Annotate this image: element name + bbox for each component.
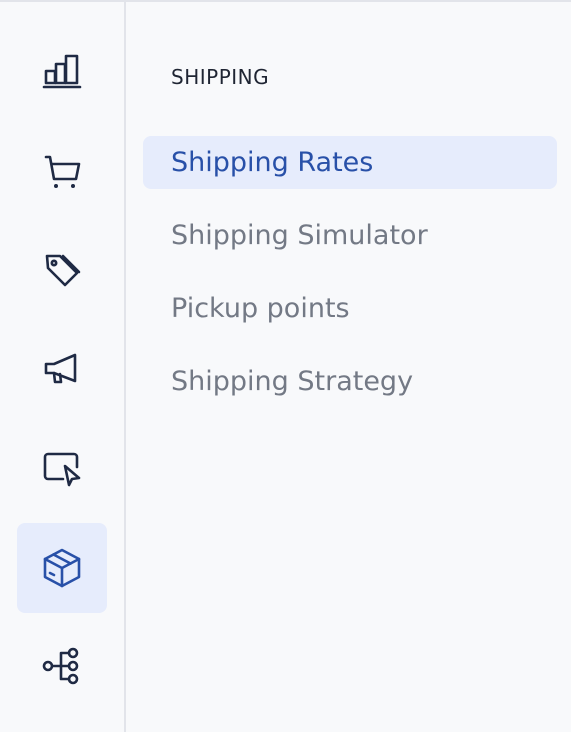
menu-item-shipping-simulator[interactable]: Shipping Simulator bbox=[143, 209, 557, 262]
sidebar-item-marketing[interactable] bbox=[17, 324, 107, 414]
package-box-icon bbox=[43, 548, 81, 588]
price-tags-icon bbox=[45, 254, 81, 287]
menu-item-pickup-points[interactable]: Pickup points bbox=[143, 282, 557, 335]
sidebar-item-orders[interactable] bbox=[17, 126, 107, 216]
section-title: SHIPPING bbox=[171, 65, 270, 89]
sidebar-item-storefront[interactable] bbox=[17, 423, 107, 513]
sidebar-item-shipping[interactable] bbox=[17, 523, 107, 613]
shopping-cart-icon bbox=[44, 155, 81, 188]
sidebar-item-integrations[interactable] bbox=[17, 621, 107, 711]
menu-item-shipping-strategy[interactable]: Shipping Strategy bbox=[143, 355, 557, 408]
sidebar-item-analytics[interactable] bbox=[17, 27, 107, 117]
icon-sidebar bbox=[0, 0, 126, 732]
workflow-nodes-icon bbox=[42, 647, 79, 685]
megaphone-icon bbox=[44, 353, 77, 384]
sidebar-item-pricing[interactable] bbox=[17, 225, 107, 315]
storefront-cursor-icon bbox=[43, 452, 81, 487]
menu-item-shipping-rates[interactable]: Shipping Rates bbox=[143, 136, 557, 189]
bar-chart-icon bbox=[42, 54, 82, 89]
